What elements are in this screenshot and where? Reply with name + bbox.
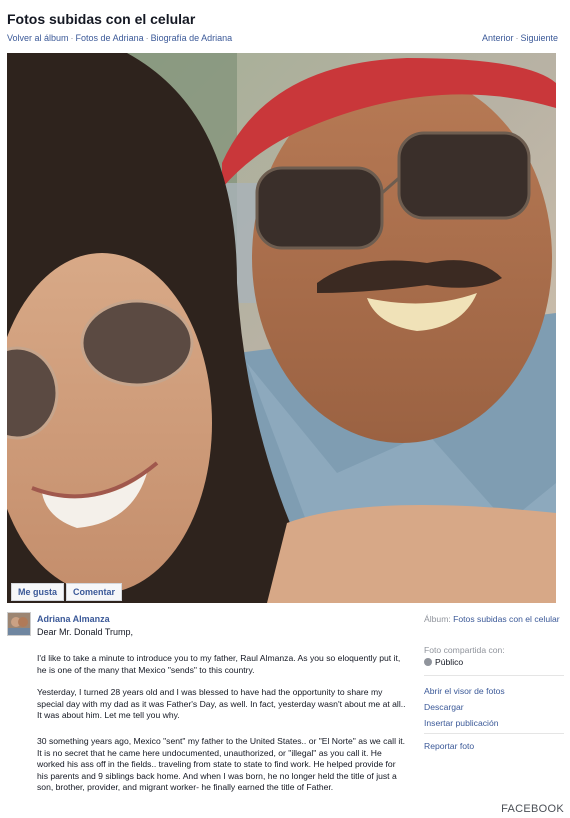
post-paragraph: I'd like to take a minute to introduce y… — [37, 653, 401, 675]
photo-pager: Anterior · Siguiente — [481, 33, 558, 43]
open-photo-viewer-link[interactable]: Abrir el visor de fotos — [424, 686, 505, 696]
breadcrumb-adriana-photos[interactable]: Fotos de Adriana — [76, 33, 144, 43]
breadcrumb: Volver al álbum · Fotos de Adriana · Biograf… — [7, 33, 233, 43]
previous-photo-link[interactable]: Anterior — [482, 33, 514, 43]
shared-with-label: Foto compartida con: — [424, 645, 505, 655]
page-title: Fotos subidas con el celular — [7, 11, 196, 27]
avatar[interactable] — [7, 612, 31, 636]
main-photo[interactable] — [7, 53, 556, 603]
post-author[interactable]: Adriana Almanza — [37, 614, 110, 624]
download-link[interactable]: Descargar — [424, 702, 464, 712]
page-header: Fotos subidas con el celular Volver al á… — [0, 0, 570, 50]
album-link[interactable]: Fotos subidas con el celular — [453, 614, 560, 624]
avatar-image — [8, 613, 30, 635]
next-photo-link[interactable]: Siguiente — [520, 33, 558, 43]
breadcrumb-adriana-timeline[interactable]: Biografía de Adriana — [151, 33, 233, 43]
photo-actions: Me gusta Comentar — [11, 583, 123, 601]
post-paragraph: Yesterday, I turned 28 years old and I w… — [37, 687, 406, 720]
selfie-photo-illustration — [7, 53, 556, 603]
privacy-value: Público — [435, 657, 464, 667]
like-button[interactable]: Me gusta — [11, 583, 65, 601]
privacy-setting: Público — [424, 657, 463, 667]
divider — [424, 733, 564, 734]
report-photo-link[interactable]: Reportar foto — [424, 741, 474, 751]
album-label: Álbum: — [424, 614, 451, 624]
globe-icon — [424, 658, 432, 666]
breadcrumb-back-to-album[interactable]: Volver al álbum — [7, 33, 69, 43]
post-paragraph: 30 something years ago, Mexico "sent" my… — [37, 736, 406, 792]
divider — [424, 675, 564, 676]
post-greeting: Dear Mr. Donald Trump, — [37, 627, 134, 637]
comment-button[interactable]: Comentar — [66, 583, 123, 601]
source-credit: FACEBOOK — [501, 803, 564, 815]
embed-post-link[interactable]: Insertar publicación — [424, 718, 499, 728]
